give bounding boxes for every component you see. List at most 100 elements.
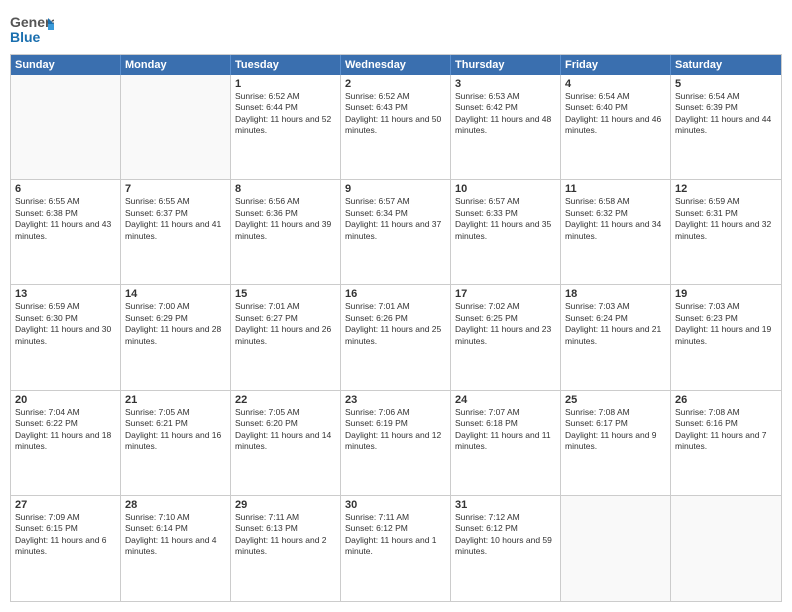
header-day-sunday: Sunday xyxy=(11,55,121,75)
day-info: Sunrise: 6:58 AMSunset: 6:32 PMDaylight:… xyxy=(565,196,666,242)
day-info: Sunrise: 6:53 AMSunset: 6:42 PMDaylight:… xyxy=(455,91,556,137)
day-number: 10 xyxy=(455,183,556,195)
day-info: Sunrise: 7:03 AMSunset: 6:23 PMDaylight:… xyxy=(675,301,777,347)
day-number: 12 xyxy=(675,183,777,195)
day-info: Sunrise: 7:11 AMSunset: 6:13 PMDaylight:… xyxy=(235,512,336,558)
day-number: 7 xyxy=(125,183,226,195)
day-number: 13 xyxy=(15,288,116,300)
header-day-saturday: Saturday xyxy=(671,55,781,75)
day-number: 1 xyxy=(235,78,336,90)
day-info: Sunrise: 7:03 AMSunset: 6:24 PMDaylight:… xyxy=(565,301,666,347)
header-day-wednesday: Wednesday xyxy=(341,55,451,75)
day-cell-21: 21Sunrise: 7:05 AMSunset: 6:21 PMDayligh… xyxy=(121,391,231,495)
day-cell-2: 2Sunrise: 6:52 AMSunset: 6:43 PMDaylight… xyxy=(341,75,451,179)
day-number: 6 xyxy=(15,183,116,195)
day-info: Sunrise: 6:52 AMSunset: 6:43 PMDaylight:… xyxy=(345,91,446,137)
day-info: Sunrise: 6:57 AMSunset: 6:34 PMDaylight:… xyxy=(345,196,446,242)
day-number: 22 xyxy=(235,394,336,406)
day-cell-15: 15Sunrise: 7:01 AMSunset: 6:27 PMDayligh… xyxy=(231,285,341,389)
svg-text:General: General xyxy=(10,14,54,30)
day-cell-16: 16Sunrise: 7:01 AMSunset: 6:26 PMDayligh… xyxy=(341,285,451,389)
day-info: Sunrise: 7:09 AMSunset: 6:15 PMDaylight:… xyxy=(15,512,116,558)
calendar-header: SundayMondayTuesdayWednesdayThursdayFrid… xyxy=(11,55,781,75)
logo: General Blue xyxy=(10,10,54,46)
week-row-3: 13Sunrise: 6:59 AMSunset: 6:30 PMDayligh… xyxy=(11,285,781,390)
week-row-2: 6Sunrise: 6:55 AMSunset: 6:38 PMDaylight… xyxy=(11,180,781,285)
day-number: 21 xyxy=(125,394,226,406)
day-cell-25: 25Sunrise: 7:08 AMSunset: 6:17 PMDayligh… xyxy=(561,391,671,495)
day-info: Sunrise: 7:08 AMSunset: 6:16 PMDaylight:… xyxy=(675,407,777,453)
day-number: 27 xyxy=(15,499,116,511)
day-cell-13: 13Sunrise: 6:59 AMSunset: 6:30 PMDayligh… xyxy=(11,285,121,389)
day-cell-4: 4Sunrise: 6:54 AMSunset: 6:40 PMDaylight… xyxy=(561,75,671,179)
day-cell-empty xyxy=(561,496,671,601)
day-info: Sunrise: 7:00 AMSunset: 6:29 PMDaylight:… xyxy=(125,301,226,347)
day-info: Sunrise: 7:05 AMSunset: 6:20 PMDaylight:… xyxy=(235,407,336,453)
header-day-monday: Monday xyxy=(121,55,231,75)
day-number: 11 xyxy=(565,183,666,195)
day-info: Sunrise: 6:59 AMSunset: 6:30 PMDaylight:… xyxy=(15,301,116,347)
day-number: 15 xyxy=(235,288,336,300)
day-cell-23: 23Sunrise: 7:06 AMSunset: 6:19 PMDayligh… xyxy=(341,391,451,495)
day-cell-30: 30Sunrise: 7:11 AMSunset: 6:12 PMDayligh… xyxy=(341,496,451,601)
day-number: 31 xyxy=(455,499,556,511)
day-number: 26 xyxy=(675,394,777,406)
day-info: Sunrise: 6:54 AMSunset: 6:39 PMDaylight:… xyxy=(675,91,777,137)
day-number: 4 xyxy=(565,78,666,90)
day-number: 16 xyxy=(345,288,446,300)
day-info: Sunrise: 7:02 AMSunset: 6:25 PMDaylight:… xyxy=(455,301,556,347)
week-row-1: 1Sunrise: 6:52 AMSunset: 6:44 PMDaylight… xyxy=(11,75,781,180)
day-cell-31: 31Sunrise: 7:12 AMSunset: 6:12 PMDayligh… xyxy=(451,496,561,601)
day-number: 20 xyxy=(15,394,116,406)
day-info: Sunrise: 7:12 AMSunset: 6:12 PMDaylight:… xyxy=(455,512,556,558)
day-number: 30 xyxy=(345,499,446,511)
day-number: 24 xyxy=(455,394,556,406)
day-cell-7: 7Sunrise: 6:55 AMSunset: 6:37 PMDaylight… xyxy=(121,180,231,284)
calendar-body: 1Sunrise: 6:52 AMSunset: 6:44 PMDaylight… xyxy=(11,75,781,601)
day-cell-empty xyxy=(11,75,121,179)
day-cell-20: 20Sunrise: 7:04 AMSunset: 6:22 PMDayligh… xyxy=(11,391,121,495)
day-info: Sunrise: 6:57 AMSunset: 6:33 PMDaylight:… xyxy=(455,196,556,242)
header: General Blue xyxy=(10,10,782,46)
day-number: 19 xyxy=(675,288,777,300)
day-info: Sunrise: 7:10 AMSunset: 6:14 PMDaylight:… xyxy=(125,512,226,558)
week-row-4: 20Sunrise: 7:04 AMSunset: 6:22 PMDayligh… xyxy=(11,391,781,496)
day-cell-empty xyxy=(671,496,781,601)
day-number: 29 xyxy=(235,499,336,511)
logo-icon: General Blue xyxy=(10,10,54,46)
week-row-5: 27Sunrise: 7:09 AMSunset: 6:15 PMDayligh… xyxy=(11,496,781,601)
day-info: Sunrise: 7:01 AMSunset: 6:26 PMDaylight:… xyxy=(345,301,446,347)
day-cell-1: 1Sunrise: 6:52 AMSunset: 6:44 PMDaylight… xyxy=(231,75,341,179)
day-number: 2 xyxy=(345,78,446,90)
day-cell-24: 24Sunrise: 7:07 AMSunset: 6:18 PMDayligh… xyxy=(451,391,561,495)
day-cell-28: 28Sunrise: 7:10 AMSunset: 6:14 PMDayligh… xyxy=(121,496,231,601)
day-info: Sunrise: 6:56 AMSunset: 6:36 PMDaylight:… xyxy=(235,196,336,242)
header-day-friday: Friday xyxy=(561,55,671,75)
day-cell-18: 18Sunrise: 7:03 AMSunset: 6:24 PMDayligh… xyxy=(561,285,671,389)
day-number: 23 xyxy=(345,394,446,406)
day-number: 3 xyxy=(455,78,556,90)
day-number: 5 xyxy=(675,78,777,90)
day-cell-11: 11Sunrise: 6:58 AMSunset: 6:32 PMDayligh… xyxy=(561,180,671,284)
day-info: Sunrise: 7:01 AMSunset: 6:27 PMDaylight:… xyxy=(235,301,336,347)
day-cell-26: 26Sunrise: 7:08 AMSunset: 6:16 PMDayligh… xyxy=(671,391,781,495)
day-cell-10: 10Sunrise: 6:57 AMSunset: 6:33 PMDayligh… xyxy=(451,180,561,284)
day-number: 28 xyxy=(125,499,226,511)
day-cell-empty xyxy=(121,75,231,179)
day-info: Sunrise: 6:52 AMSunset: 6:44 PMDaylight:… xyxy=(235,91,336,137)
day-cell-5: 5Sunrise: 6:54 AMSunset: 6:39 PMDaylight… xyxy=(671,75,781,179)
day-cell-22: 22Sunrise: 7:05 AMSunset: 6:20 PMDayligh… xyxy=(231,391,341,495)
day-info: Sunrise: 7:07 AMSunset: 6:18 PMDaylight:… xyxy=(455,407,556,453)
day-cell-6: 6Sunrise: 6:55 AMSunset: 6:38 PMDaylight… xyxy=(11,180,121,284)
day-cell-17: 17Sunrise: 7:02 AMSunset: 6:25 PMDayligh… xyxy=(451,285,561,389)
day-number: 25 xyxy=(565,394,666,406)
day-cell-27: 27Sunrise: 7:09 AMSunset: 6:15 PMDayligh… xyxy=(11,496,121,601)
svg-text:Blue: Blue xyxy=(10,29,41,45)
day-info: Sunrise: 7:08 AMSunset: 6:17 PMDaylight:… xyxy=(565,407,666,453)
day-info: Sunrise: 6:59 AMSunset: 6:31 PMDaylight:… xyxy=(675,196,777,242)
header-day-tuesday: Tuesday xyxy=(231,55,341,75)
day-info: Sunrise: 6:55 AMSunset: 6:37 PMDaylight:… xyxy=(125,196,226,242)
day-cell-14: 14Sunrise: 7:00 AMSunset: 6:29 PMDayligh… xyxy=(121,285,231,389)
day-cell-9: 9Sunrise: 6:57 AMSunset: 6:34 PMDaylight… xyxy=(341,180,451,284)
day-info: Sunrise: 7:04 AMSunset: 6:22 PMDaylight:… xyxy=(15,407,116,453)
